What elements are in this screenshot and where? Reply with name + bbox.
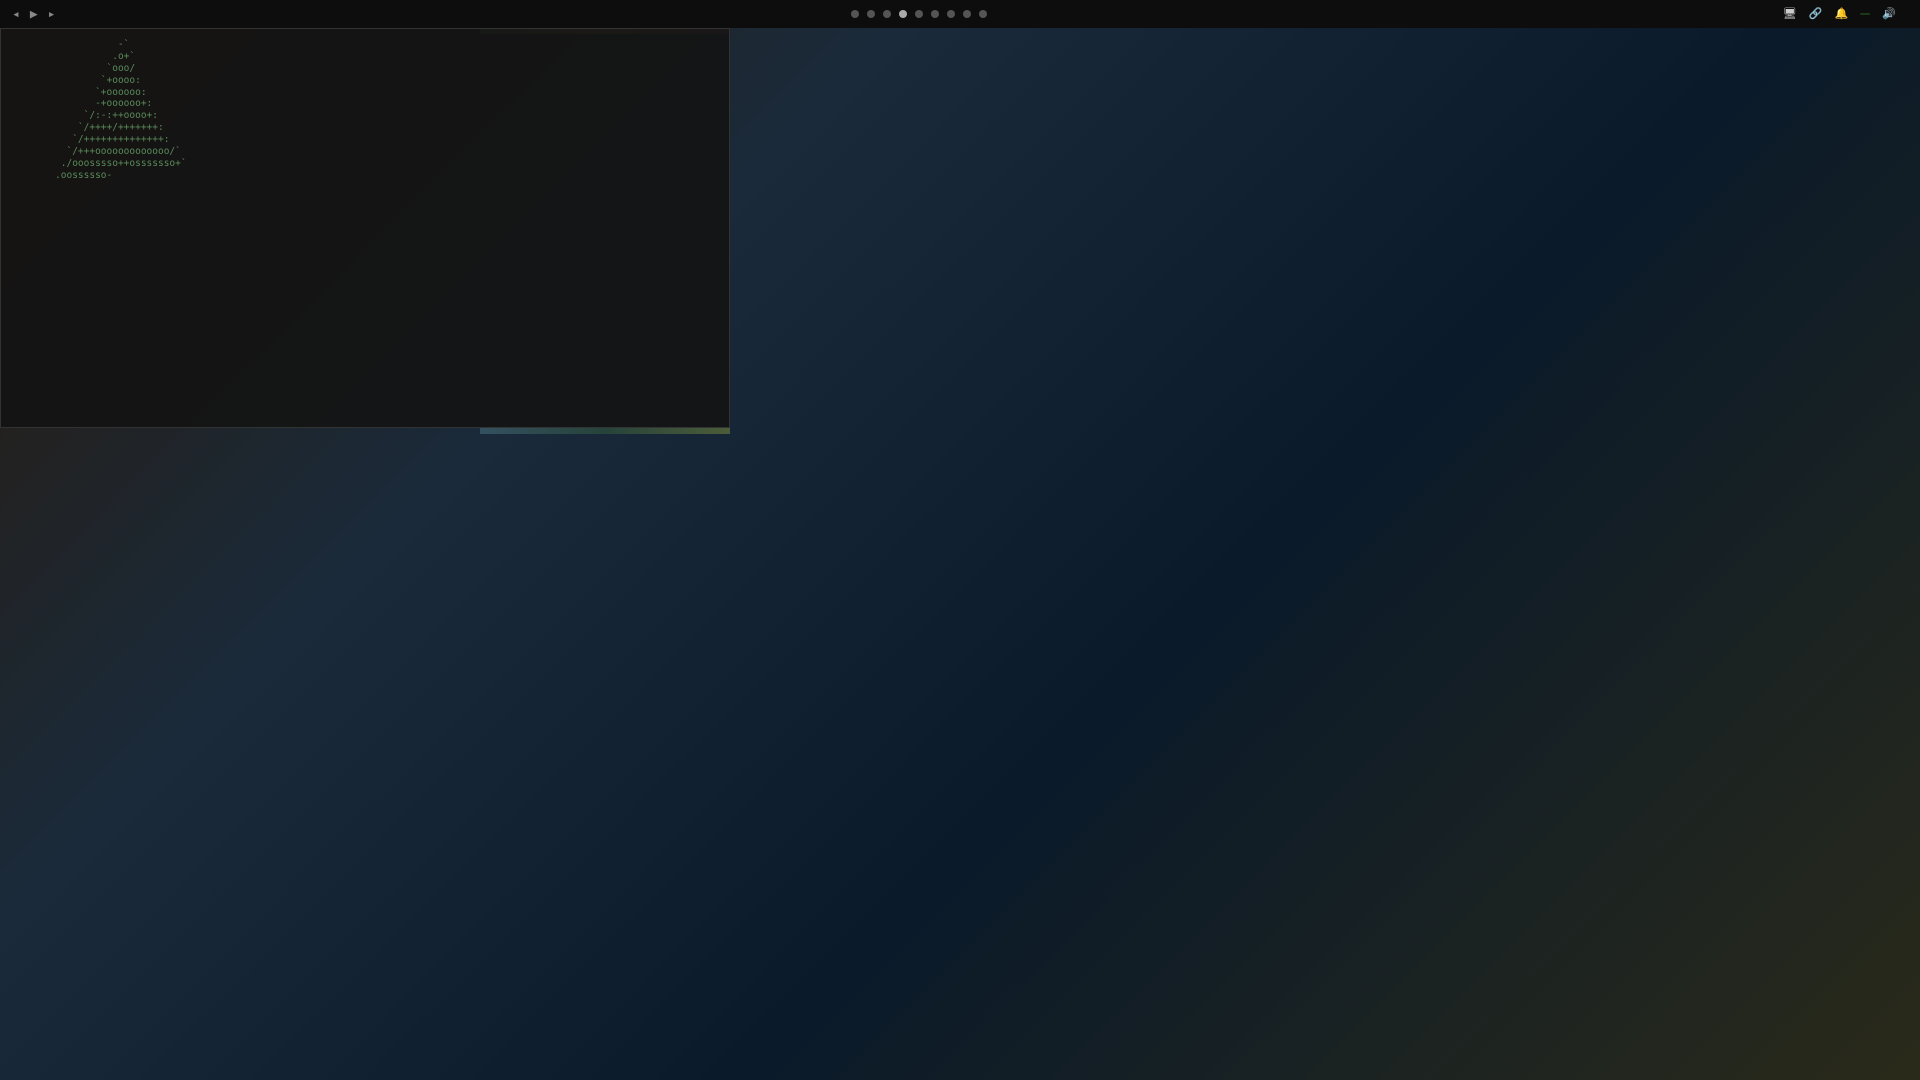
workspace-dot-7[interactable] xyxy=(947,10,955,18)
next-icon[interactable]: ▸ xyxy=(48,7,56,22)
workspace-dot-3[interactable] xyxy=(883,10,891,18)
ascii-art: -` .o+` `ooo/ `+oooo: `+oooooo: -+oooooo… xyxy=(15,39,187,182)
wall-strip-mid xyxy=(480,428,730,434)
workspace-dot-4[interactable] xyxy=(899,10,907,18)
workspace-dot-1[interactable] xyxy=(851,10,859,18)
monitor-icon: 🖥 xyxy=(1783,7,1797,21)
workspace-dot-5[interactable] xyxy=(915,10,923,18)
network-icon: 🔗 xyxy=(1809,7,1823,21)
workspace-dot-9[interactable] xyxy=(979,10,987,18)
topbar-left: ◂ ▶ ▸ xyxy=(12,7,55,22)
prev-icon[interactable]: ◂ xyxy=(12,7,20,22)
topbar-right: 🖥 🔗 🔔 🔊 xyxy=(1783,7,1908,21)
workspace-dot-6[interactable] xyxy=(931,10,939,18)
volume-status: 🔊 xyxy=(1882,7,1896,21)
workspace-dot-2[interactable] xyxy=(867,10,875,18)
topbar-center xyxy=(851,10,987,18)
cpu-status xyxy=(1860,13,1870,15)
neofetch-terminal: -` .o+` `ooo/ `+oooo: `+oooooo: -+oooooo… xyxy=(0,28,730,428)
bell-icon: 🔔 xyxy=(1835,7,1849,21)
topbar: ◂ ▶ ▸ 🖥 🔗 🔔 🔊 xyxy=(0,0,1920,28)
play-icon[interactable]: ▶ xyxy=(30,7,38,22)
workspace-dot-8[interactable] xyxy=(963,10,971,18)
